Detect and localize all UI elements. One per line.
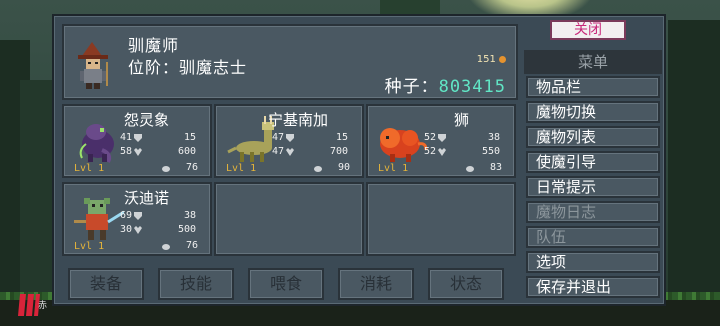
shield-icon bbox=[134, 212, 142, 220]
shield-icon bbox=[134, 134, 142, 142]
food-value: 83 bbox=[489, 162, 502, 173]
stat-row: 47 700 bbox=[260, 146, 360, 158]
level-label: Lvl 1 bbox=[74, 241, 105, 252]
menu-item-daily-tips[interactable]: 日常提示 bbox=[526, 176, 660, 198]
equip-button[interactable]: 装备 bbox=[68, 268, 144, 300]
menu-item-monster-log[interactable]: 魔物日志 bbox=[526, 201, 660, 223]
stat-row: 90 bbox=[260, 162, 360, 174]
tree bbox=[668, 20, 720, 300]
shield-icon bbox=[438, 134, 446, 142]
monster-card[interactable]: 狮 52 38 52 550 83 Lvl 1 bbox=[366, 104, 516, 178]
heart-icon bbox=[286, 148, 294, 156]
menu-item-familiar-guide[interactable]: 使魔引导 bbox=[526, 151, 660, 173]
stat-row: 76 bbox=[108, 240, 208, 252]
stat-row: 58 600 bbox=[108, 146, 208, 158]
heart-icon bbox=[438, 148, 446, 156]
status-button[interactable]: 状态 bbox=[428, 268, 504, 300]
defense-value: 15 bbox=[183, 132, 196, 143]
level-label: Lvl 1 bbox=[226, 163, 257, 174]
consume-button[interactable]: 消耗 bbox=[338, 268, 414, 300]
menu-item-switch-monster[interactable]: 魔物切换 bbox=[526, 101, 660, 123]
gold-count: 151 bbox=[477, 54, 506, 65]
shield-icon bbox=[286, 134, 294, 142]
attack-value: 69 bbox=[119, 210, 132, 221]
defense-value: 38 bbox=[487, 132, 500, 143]
food-icon bbox=[314, 166, 322, 172]
defense-value: 38 bbox=[183, 210, 196, 221]
main-panel: 驯魔师 位阶：驯魔志士 151 种子：803415 怨灵象 41 15 58 6… bbox=[52, 14, 666, 306]
seed-display: 种子：803415 bbox=[385, 72, 506, 97]
attack-value: 41 bbox=[119, 132, 132, 143]
food-icon bbox=[162, 244, 170, 250]
menu-item-options[interactable]: 选项 bbox=[526, 251, 660, 273]
attack-value: 47 bbox=[271, 132, 284, 143]
stat-row: 69 38 bbox=[108, 210, 208, 222]
defense-value: 15 bbox=[335, 132, 348, 143]
food-icon bbox=[162, 166, 170, 172]
gold-coin-icon bbox=[499, 55, 506, 63]
hp-value: 500 bbox=[177, 224, 196, 235]
seed-label: 种子： bbox=[384, 77, 439, 97]
empty-monster-slot[interactable] bbox=[214, 182, 364, 256]
close-button[interactable]: 关闭 bbox=[550, 20, 626, 40]
hp-value: 600 bbox=[177, 146, 196, 157]
player-info-box: 驯魔师 位阶：驯魔志士 151 种子：803415 bbox=[62, 24, 518, 100]
stat-row: 52 38 bbox=[412, 132, 512, 144]
feed-button[interactable]: 喂食 bbox=[248, 268, 324, 300]
level-label: Lvl 1 bbox=[378, 163, 409, 174]
heart-icon bbox=[134, 148, 142, 156]
level-label: Lvl 1 bbox=[74, 163, 105, 174]
stat-row: 83 bbox=[412, 162, 512, 174]
brand-text: 赤 bbox=[38, 301, 48, 311]
skills-button[interactable]: 技能 bbox=[158, 268, 234, 300]
tree bbox=[380, 0, 440, 14]
menu-item-party[interactable]: 队伍 bbox=[526, 226, 660, 248]
magic-value: 52 bbox=[423, 146, 436, 157]
player-sprite-icon bbox=[78, 42, 108, 89]
monster-name: 怨灵象 bbox=[124, 111, 170, 129]
attack-value: 52 bbox=[423, 132, 436, 143]
stat-row: 30 500 bbox=[108, 224, 208, 236]
food-value: 90 bbox=[337, 162, 350, 173]
magic-value: 58 bbox=[119, 146, 132, 157]
stat-row: 41 15 bbox=[108, 132, 208, 144]
gold-value: 151 bbox=[476, 54, 496, 65]
stat-row: 76 bbox=[108, 162, 208, 174]
empty-monster-slot[interactable] bbox=[366, 182, 516, 256]
food-icon bbox=[466, 166, 474, 172]
monster-card[interactable]: 宁基南加 47 15 47 700 90 Lvl 1 bbox=[214, 104, 364, 178]
menu-item-save-quit[interactable]: 保存并退出 bbox=[526, 276, 660, 298]
menu-item-monster-list[interactable]: 魔物列表 bbox=[526, 126, 660, 148]
stat-row: 47 15 bbox=[260, 132, 360, 144]
magic-value: 47 bbox=[271, 146, 284, 157]
seed-value: 803415 bbox=[438, 77, 506, 97]
monster-name: 沃迪诺 bbox=[124, 189, 170, 207]
monster-card[interactable]: 怨灵象 41 15 58 600 76 Lvl 1 bbox=[62, 104, 212, 178]
player-name: 驯魔师 bbox=[128, 36, 180, 55]
hp-value: 550 bbox=[481, 146, 500, 157]
monster-name: 宁基南加 bbox=[268, 111, 329, 129]
stat-row: 52 550 bbox=[412, 146, 512, 158]
menu-item-inventory[interactable]: 物品栏 bbox=[526, 76, 660, 98]
monster-name: 狮 bbox=[454, 111, 470, 129]
menu-title: 菜单 bbox=[524, 50, 662, 74]
player-rank: 位阶：驯魔志士 bbox=[128, 58, 248, 77]
heart-icon bbox=[134, 226, 142, 234]
monster-card[interactable]: 沃迪诺 69 38 30 500 76 Lvl 1 bbox=[62, 182, 212, 256]
food-value: 76 bbox=[185, 240, 198, 251]
hp-value: 700 bbox=[329, 146, 348, 157]
magic-value: 30 bbox=[119, 224, 132, 235]
food-value: 76 bbox=[185, 162, 198, 173]
